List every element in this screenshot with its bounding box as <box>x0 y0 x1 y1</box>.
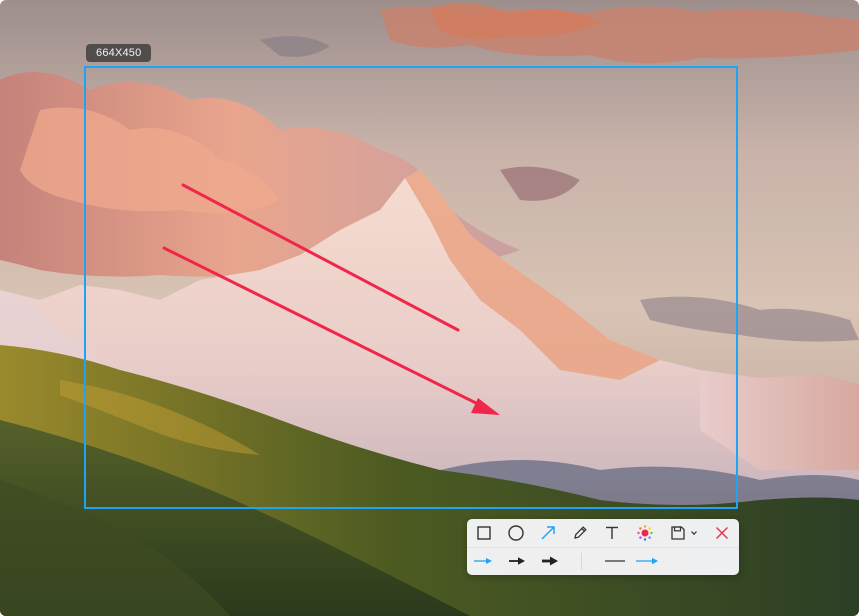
arrow-style-thin[interactable] <box>471 550 495 572</box>
chevron-down-icon <box>691 531 697 536</box>
text-tool[interactable] <box>600 522 624 544</box>
selection-size-label: 664X450 <box>86 44 152 62</box>
annotation-toolbar <box>467 519 739 575</box>
arrow-style-bold[interactable] <box>537 550 561 572</box>
line-arrow-icon <box>636 557 658 565</box>
save-options[interactable] <box>687 522 701 544</box>
mosaic-tool[interactable] <box>633 522 657 544</box>
arrow-style-medium[interactable] <box>504 550 528 572</box>
thin-arrow-icon <box>474 558 492 564</box>
toolbar-options-row <box>467 547 739 575</box>
ellipse-icon <box>508 525 524 541</box>
close-icon <box>715 526 729 540</box>
rectangle-icon <box>477 526 491 540</box>
arrow-icon <box>541 526 555 540</box>
medium-arrow-icon <box>509 557 525 565</box>
rectangle-tool[interactable] <box>472 522 496 544</box>
ellipse-tool[interactable] <box>504 522 528 544</box>
pencil-icon <box>574 526 587 539</box>
bold-arrow-icon <box>542 556 558 566</box>
toolbar-divider <box>581 553 582 570</box>
arrow-tool[interactable] <box>536 522 560 544</box>
line-style-arrow[interactable] <box>635 550 659 572</box>
line-icon <box>605 560 625 562</box>
screenshot-capture-screen: 664X450 <box>0 0 859 616</box>
line-style-plain[interactable] <box>603 550 627 572</box>
pen-tool[interactable] <box>568 522 592 544</box>
toolbar-tools-row <box>467 519 739 547</box>
close-tool[interactable] <box>710 522 734 544</box>
mosaic-icon <box>637 525 653 541</box>
capture-selection-area[interactable] <box>84 66 738 509</box>
save-icon <box>671 526 685 540</box>
text-icon <box>606 526 618 539</box>
